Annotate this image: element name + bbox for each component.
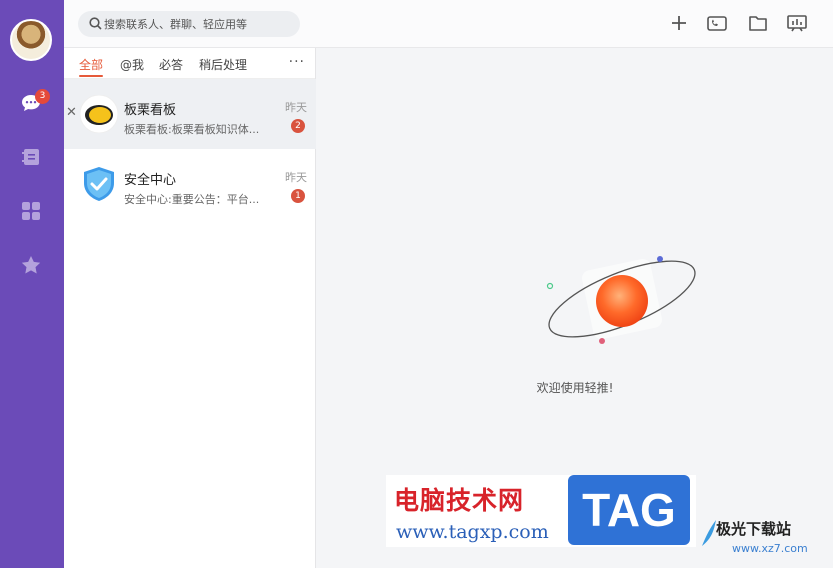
conversation-name: 板栗看板 — [124, 103, 177, 118]
welcome-illustration — [546, 256, 696, 344]
unread-count-badge: 1 — [291, 189, 305, 203]
filter-tabs: 全部 @我 必答 稍后处理 ··· — [64, 48, 315, 79]
conversation-preview: 板栗看板:板栗看板知识体... — [124, 123, 260, 136]
folder-icon[interactable] — [747, 12, 769, 34]
plus-icon[interactable] — [668, 12, 690, 34]
more-icon[interactable]: ··· — [289, 54, 305, 70]
search-input[interactable] — [104, 14, 294, 34]
tab-all[interactable]: 全部 — [79, 56, 103, 73]
watermark-site-name: 电脑技术网 — [394, 486, 525, 515]
conversation-list: 全部 @我 必答 稍后处理 ··· ✕ 板栗看板 板栗看板:板栗看板知识体...… — [64, 48, 316, 568]
video-call-icon[interactable] — [706, 12, 728, 34]
search-icon — [89, 17, 102, 30]
watermark: 电脑技术网 www.tagxp.com TAG — [386, 475, 696, 547]
banli-kanban-avatar — [80, 95, 118, 133]
watermark-url: www.tagxp.com — [396, 521, 549, 543]
top-bar — [64, 0, 833, 48]
tab-later[interactable]: 稍后处理 — [199, 56, 247, 73]
conversation-item[interactable]: ✕ 板栗看板 板栗看板:板栗看板知识体... 昨天 2 — [64, 79, 316, 149]
star-icon[interactable] — [20, 254, 42, 276]
watermark-2-url: www.xz7.com — [732, 542, 808, 555]
unread-badge: 3 — [35, 89, 50, 104]
apps-grid-icon[interactable] — [20, 200, 42, 222]
nav-rail: 3 — [0, 0, 64, 568]
conversation-preview: 安全中心:重要公告：平台... — [124, 193, 260, 206]
tab-mentions[interactable]: @我 — [120, 56, 144, 73]
conversation-item[interactable]: 安全中心 安全中心:重要公告：平台... 昨天 1 — [64, 149, 316, 219]
active-tab-indicator — [79, 75, 103, 77]
conversation-name: 安全中心 — [124, 173, 177, 188]
watermark-tag-logo: TAG — [568, 475, 690, 545]
shield-icon — [84, 167, 114, 201]
unread-count-badge: 2 — [291, 119, 305, 133]
tab-must-answer[interactable]: 必答 — [159, 56, 183, 73]
welcome-text: 欢迎使用轻推! — [536, 381, 614, 395]
presentation-icon[interactable] — [786, 12, 808, 34]
conversation-time: 昨天 — [285, 171, 307, 184]
close-icon[interactable]: ✕ — [66, 105, 77, 120]
avatar[interactable] — [10, 19, 52, 61]
watermark-2-name: 极光下载站 — [716, 520, 792, 538]
contacts-icon[interactable] — [20, 146, 42, 168]
watermark-2: 极光下载站 www.xz7.com — [700, 512, 833, 562]
conversation-time: 昨天 — [285, 101, 307, 114]
search-box[interactable] — [78, 11, 300, 37]
